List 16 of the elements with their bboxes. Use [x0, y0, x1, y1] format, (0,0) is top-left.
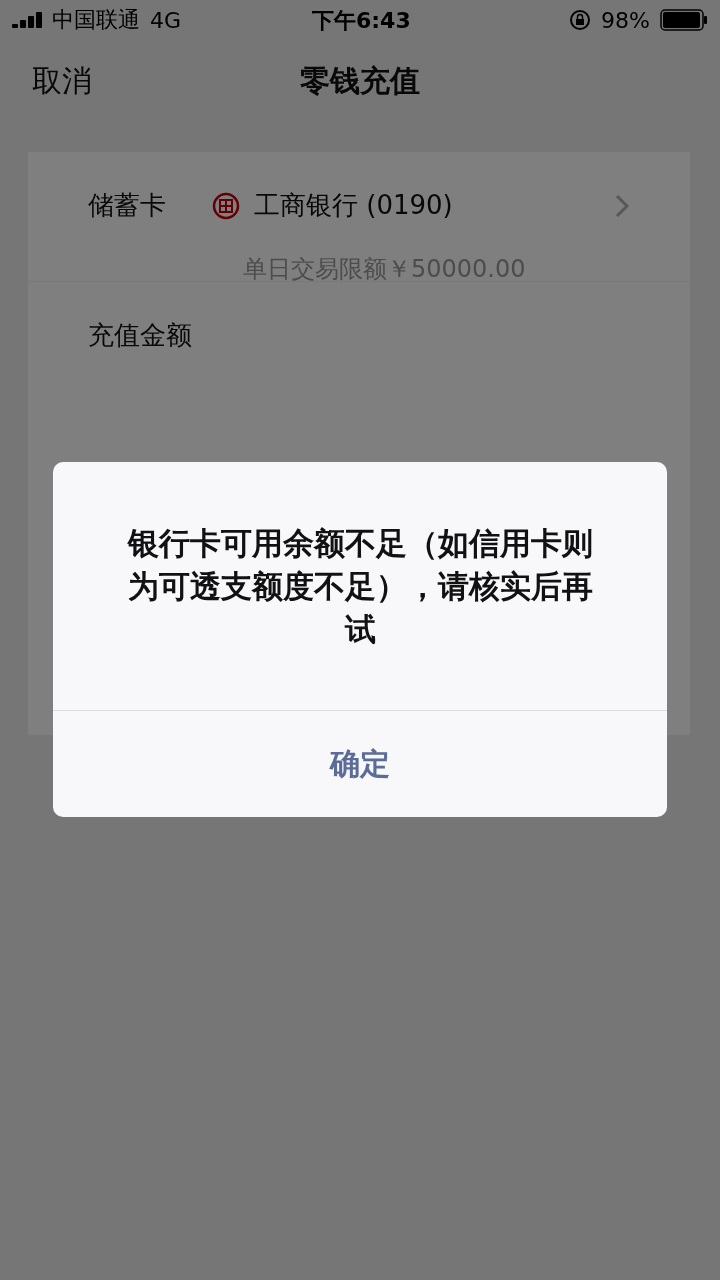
status-time: 下午6:43: [312, 7, 411, 35]
alert-message: 银行卡可用余额不足（如信用卡则为可透支额度不足），请核实后再试: [53, 462, 667, 711]
network-type: 4G: [150, 7, 182, 33]
page-title: 零钱充值: [300, 61, 420, 100]
chevron-right-icon[interactable]: [614, 192, 630, 219]
confirm-button[interactable]: 确定: [53, 711, 667, 817]
battery-icon: [660, 9, 708, 31]
card-type-label: 储蓄卡: [88, 189, 167, 222]
battery-percent: 98%: [601, 7, 650, 33]
cancel-button[interactable]: 取消: [32, 60, 92, 102]
bank-name[interactable]: 工商银行 (0190): [254, 188, 600, 223]
signal-icon: [12, 12, 42, 28]
carrier-name: 中国联通: [52, 6, 140, 34]
amount-label: 充值金额: [88, 319, 193, 352]
bank-logo-icon: [212, 191, 240, 220]
rotation-lock-icon: [569, 9, 592, 31]
